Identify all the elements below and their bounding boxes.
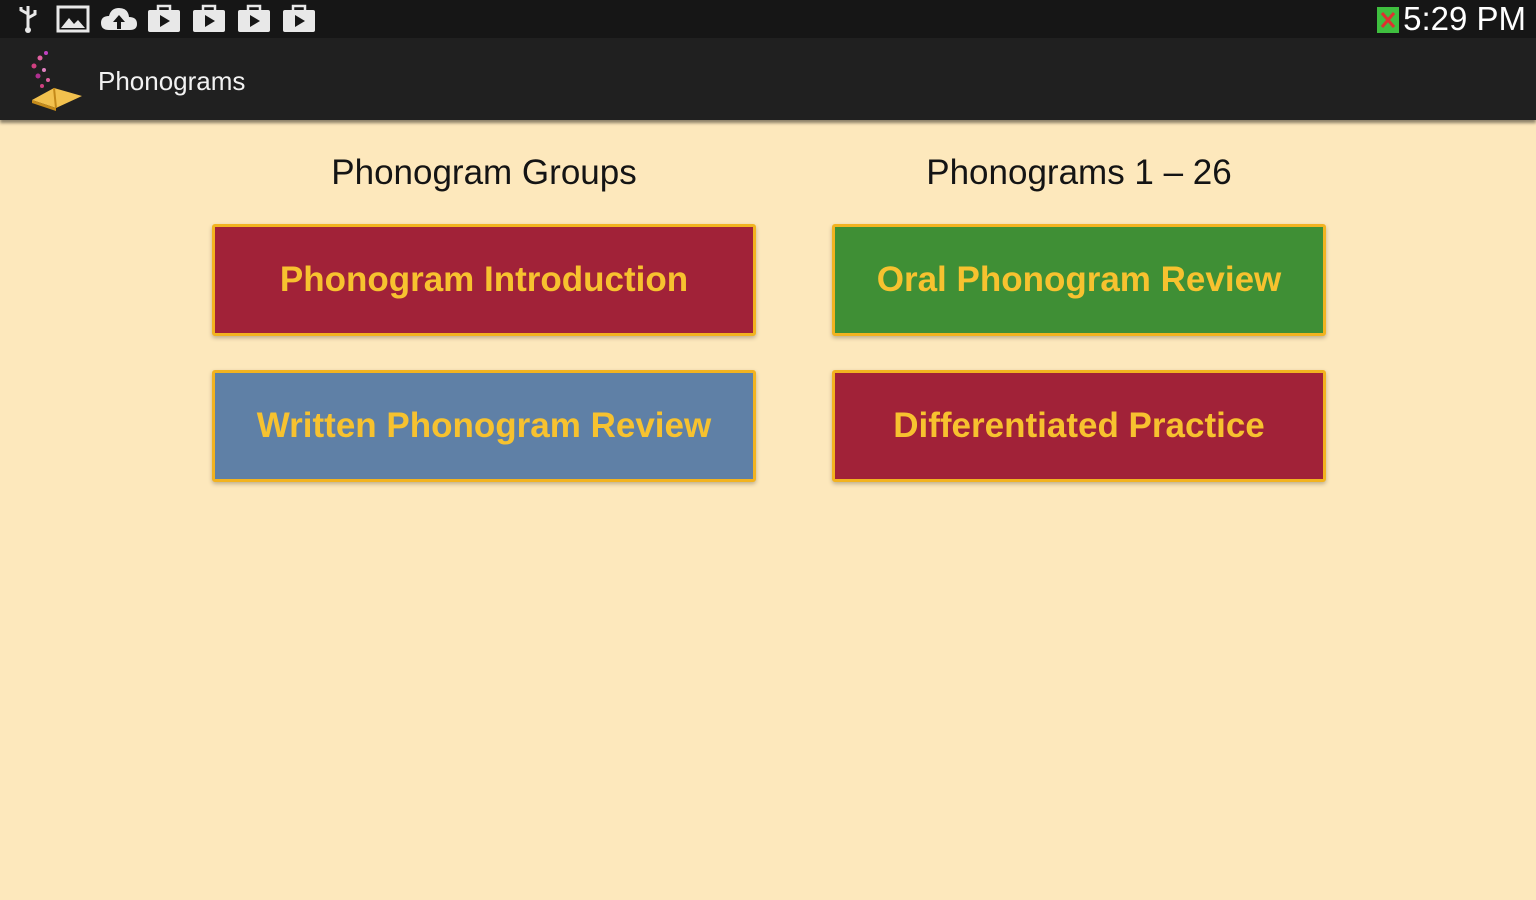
usb-icon [19,6,37,33]
play-store-icon [193,4,225,32]
phonogram-introduction-button[interactable]: Phonogram Introduction [212,224,756,336]
differentiated-practice-button[interactable]: Differentiated Practice [832,370,1326,482]
action-bar: Phonograms [0,38,1536,120]
book-with-sparkles-icon[interactable] [26,48,84,112]
oral-phonogram-review-button[interactable]: Oral Phonogram Review [832,224,1326,336]
play-store-icon [148,4,180,32]
battery-alert-icon [1377,7,1399,33]
phonogram-groups-heading: Phonogram Groups [331,153,637,192]
play-store-icon [238,4,270,32]
play-store-icon [283,4,315,32]
app-title: Phonograms [98,66,246,96]
status-bar: 5:29 PM [0,0,1536,38]
written-phonogram-review-button[interactable]: Written Phonogram Review [212,370,756,482]
image-icon [56,5,90,33]
cloud-upload-icon [101,8,137,30]
status-clock: 5:29 PM [1403,0,1526,37]
phonograms-range-heading: Phonograms 1 – 26 [926,153,1232,192]
